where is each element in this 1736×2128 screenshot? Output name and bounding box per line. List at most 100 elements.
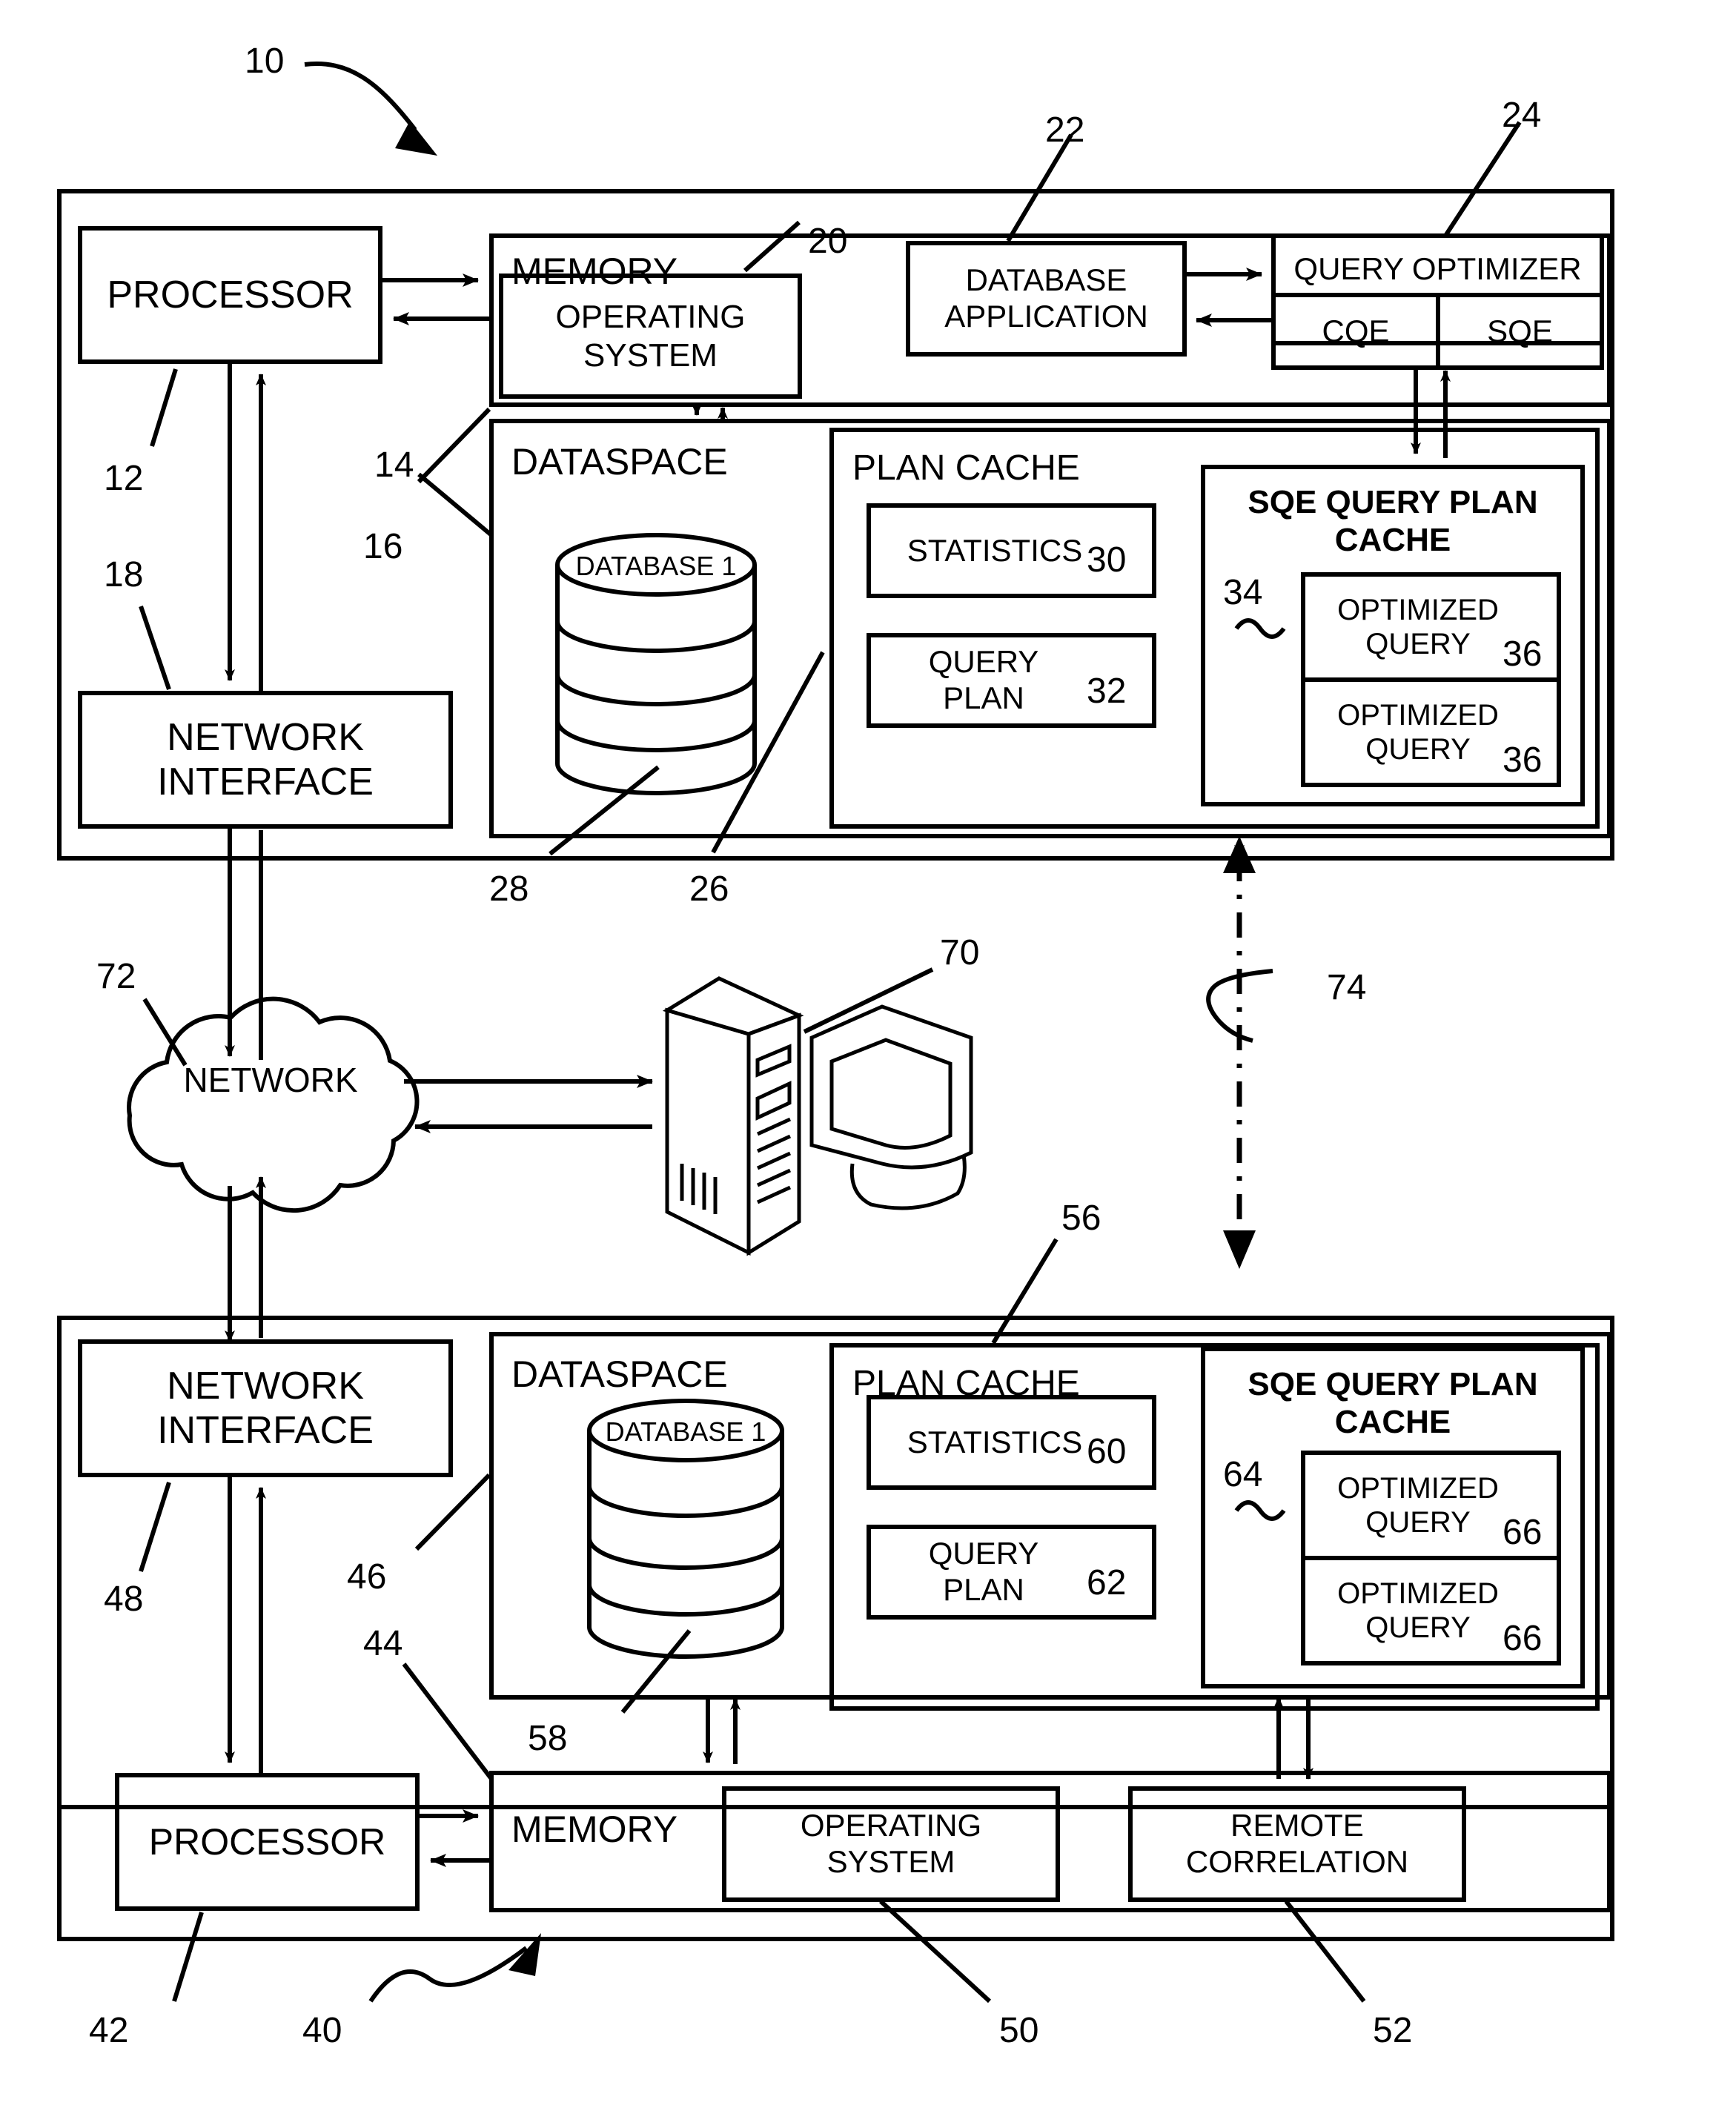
statistics-bottom-label: STATISTICS: [907, 1424, 1083, 1459]
database-application-label: DATABASE APPLICATION: [908, 243, 1185, 354]
optimized-query-bottom-2-line2: QUERY: [1365, 1611, 1471, 1644]
sqe-label: SQE: [1487, 313, 1553, 348]
database-application-line1: DATABASE: [965, 262, 1127, 298]
ref-44: 44: [363, 1624, 403, 1663]
database-application-line2: APPLICATION: [944, 299, 1148, 334]
network-interface-bottom-label: NETWORK INTERFACE: [80, 1342, 451, 1475]
remote-link-74: [1206, 836, 1273, 1269]
patent-figure: PROCESSOR NETWORK INTERFACE MEMORY OPERA…: [0, 0, 1736, 2128]
leader-16: [417, 472, 493, 537]
operating-system-top-label: OPERATING SYSTEM: [501, 276, 800, 397]
query-plan-bottom-line1: QUERY: [928, 1536, 1039, 1571]
cqe-label: CQE: [1322, 313, 1390, 348]
ref-24: 24: [1502, 96, 1542, 135]
optimized-query-bottom-1: OPTIMIZED QUERY: [1303, 1453, 1533, 1558]
database-cylinder-top-label: DATABASE 1: [575, 551, 737, 582]
optimized-query-top-1-line1: OPTIMIZED: [1337, 593, 1499, 626]
network-interface-top-label: NETWORK INTERFACE: [80, 693, 451, 826]
network-interface-bottom-line1: NETWORK: [167, 1364, 364, 1408]
leader-70: [803, 967, 934, 1034]
ref-58: 58: [528, 1719, 568, 1758]
remote-system-leader-arrow-40: [368, 1933, 541, 2003]
sqe-cache-top-line2: CACHE: [1334, 522, 1451, 558]
leader-48: [139, 1482, 171, 1572]
network-cloud-label: NETWORK: [183, 1061, 358, 1100]
leader-50: [878, 1899, 992, 2003]
ref-30: 30: [1087, 540, 1127, 580]
query-plan-bottom-label: QUERY PLAN: [869, 1527, 1099, 1617]
network-cloud: [127, 996, 420, 1213]
query-plan-top-line2: PLAN: [943, 680, 1024, 715]
processor-bottom-label: PROCESSOR: [148, 1821, 386, 1863]
leader-58: [620, 1629, 692, 1714]
leader-22: [1006, 133, 1073, 242]
ref-34: 34: [1223, 573, 1263, 612]
leader-44: [402, 1663, 494, 1780]
leader-20: [743, 220, 801, 273]
optimized-query-top-2-line1: OPTIMIZED: [1337, 698, 1499, 732]
query-plan-top-label: QUERY PLAN: [869, 635, 1099, 726]
optimized-query-top-2-line2: QUERY: [1365, 733, 1471, 766]
leader-14: [417, 407, 491, 484]
query-plan-bottom-line2: PLAN: [943, 1572, 1024, 1607]
query-optimizer-label: QUERY OPTIMIZER: [1293, 251, 1582, 286]
sqe-query-plan-cache-top-label: SQE QUERY PLAN CACHE: [1203, 480, 1583, 562]
sqe-cache-top-line1: SQE QUERY PLAN: [1248, 483, 1538, 520]
ref-66-a: 66: [1503, 1513, 1543, 1552]
ref-70: 70: [940, 933, 980, 972]
operating-system-bottom-label: OPERATING SYSTEM: [724, 1789, 1058, 1900]
leader-12: [150, 368, 178, 447]
ref-52: 52: [1373, 2011, 1413, 2050]
leader-24: [1443, 121, 1522, 237]
ref-20: 20: [808, 222, 848, 261]
ref-62: 62: [1087, 1563, 1127, 1602]
database-cylinder-bottom-label: DATABASE 1: [605, 1416, 766, 1448]
dataspace-bottom-label: DATASPACE: [511, 1353, 728, 1395]
plan-cache-top-label: PLAN CACHE: [852, 448, 1080, 488]
ref-40: 40: [302, 2011, 342, 2050]
ref-16: 16: [363, 527, 403, 566]
optimized-query-bottom-2: OPTIMIZED QUERY: [1303, 1558, 1533, 1663]
leader-18: [139, 606, 171, 690]
ref-64: 64: [1223, 1455, 1263, 1494]
squiggle-34: [1234, 618, 1286, 639]
optimized-query-top-1-line2: QUERY: [1365, 628, 1471, 660]
sqe-cache-bottom-line2: CACHE: [1334, 1404, 1451, 1440]
ref-46: 46: [347, 1557, 387, 1597]
ref-36-b: 36: [1503, 740, 1543, 780]
leader-28: [549, 765, 660, 856]
squiggle-64: [1234, 1500, 1286, 1521]
ref-10: 10: [245, 42, 285, 81]
optimized-query-top-2: OPTIMIZED QUERY: [1303, 680, 1533, 785]
network-interface-top-line1: NETWORK: [167, 715, 364, 759]
ref-18: 18: [104, 555, 144, 594]
leader-52: [1284, 1900, 1366, 2003]
dataspace-top-label: DATASPACE: [511, 441, 728, 483]
query-plan-top-line1: QUERY: [928, 644, 1039, 680]
ref-72: 72: [96, 957, 136, 996]
statistics-top-label: STATISTICS: [907, 532, 1083, 568]
ref-36-a: 36: [1503, 634, 1543, 674]
optimized-query-bottom-2-line1: OPTIMIZED: [1337, 1577, 1499, 1610]
leader-26: [711, 651, 825, 854]
optimized-query-top-1: OPTIMIZED QUERY: [1303, 574, 1533, 680]
workstation-icon: [662, 976, 973, 1256]
optimized-query-bottom-1-line1: OPTIMIZED: [1337, 1471, 1499, 1505]
processor-top-label: PROCESSOR: [107, 273, 354, 316]
ref-28: 28: [489, 869, 529, 909]
ref-26: 26: [689, 869, 729, 909]
ref-74: 74: [1327, 968, 1367, 1007]
ref-42: 42: [89, 2011, 129, 2050]
leader-46: [414, 1473, 491, 1551]
leader-72: [142, 998, 188, 1067]
ref-12: 12: [104, 459, 144, 498]
sqe-query-plan-cache-bottom-label: SQE QUERY PLAN CACHE: [1203, 1362, 1583, 1444]
network-interface-bottom-line2: INTERFACE: [157, 1409, 374, 1452]
ref-14: 14: [374, 445, 414, 485]
remote-correlation-line2: CORRELATION: [1185, 1844, 1409, 1879]
remote-correlation-label: REMOTE CORRELATION: [1130, 1789, 1464, 1900]
leader-56: [991, 1238, 1059, 1345]
os-top-line1: OPERATING: [555, 299, 746, 336]
os-bottom-line1: OPERATING: [800, 1808, 982, 1843]
os-bottom-line2: SYSTEM: [826, 1844, 955, 1879]
